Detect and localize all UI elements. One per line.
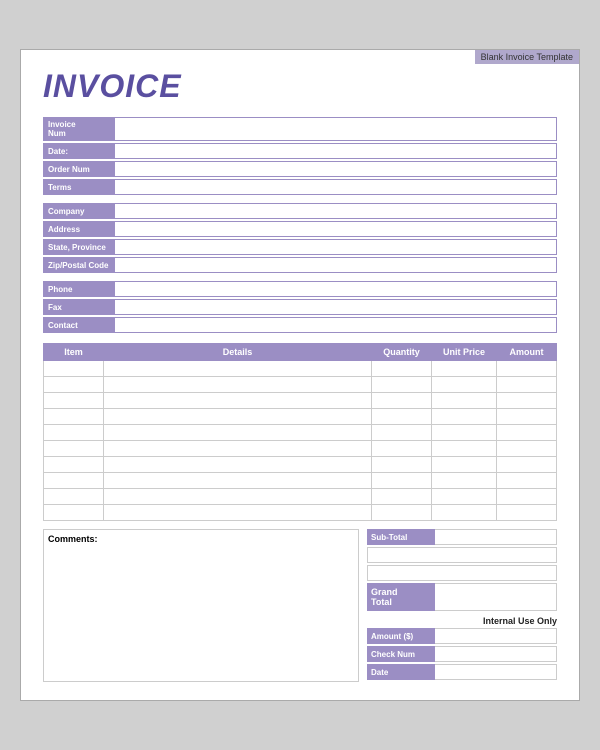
sub-total-label: Sub-Total — [367, 529, 435, 545]
col-details: Details — [104, 344, 372, 361]
amount-value[interactable] — [435, 628, 557, 644]
company-label: Company — [44, 204, 114, 218]
col-unit-price: Unit Price — [432, 344, 497, 361]
table-row[interactable] — [44, 425, 557, 441]
col-item: Item — [44, 344, 104, 361]
terms-value[interactable] — [114, 180, 556, 194]
template-label: Blank Invoice Template — [475, 50, 579, 64]
address-label: Address — [44, 222, 114, 236]
date-value[interactable] — [114, 144, 556, 158]
comments-area[interactable]: Comments: — [43, 529, 359, 682]
internal-use-label: Internal Use Only — [367, 613, 557, 628]
sub-total-value[interactable] — [435, 529, 557, 545]
company-row: Company — [43, 203, 557, 219]
table-row[interactable] — [44, 457, 557, 473]
order-num-label: Order Num — [44, 162, 114, 176]
table-row[interactable] — [44, 393, 557, 409]
invoice-num-row: InvoiceNum — [43, 117, 557, 141]
state-province-value[interactable] — [114, 240, 556, 254]
col-quantity: Quantity — [372, 344, 432, 361]
fax-value[interactable] — [114, 300, 556, 314]
zip-postal-row: Zip/Postal Code — [43, 257, 557, 273]
table-row[interactable] — [44, 489, 557, 505]
terms-label: Terms — [44, 180, 114, 194]
amount-label: Amount ($) — [367, 628, 435, 644]
table-row[interactable] — [44, 441, 557, 457]
invoice-title: INVOICE — [43, 68, 557, 105]
grand-total-value[interactable] — [435, 583, 557, 611]
address-value[interactable] — [114, 222, 556, 236]
empty-total-row-1 — [367, 547, 557, 563]
contact-block: Phone Fax Contact — [43, 281, 557, 333]
contact-label: Contact — [44, 318, 114, 332]
address-block: Company Address State, Province Zip/Post… — [43, 203, 557, 273]
table-row[interactable] — [44, 377, 557, 393]
date-label: Date: — [44, 144, 114, 158]
contact-value[interactable] — [114, 318, 556, 332]
state-province-label: State, Province — [44, 240, 114, 254]
empty-total-value-1[interactable] — [367, 547, 557, 563]
fax-label: Fax — [44, 300, 114, 314]
date-row: Date: — [43, 143, 557, 159]
company-value[interactable] — [114, 204, 556, 218]
sub-total-row: Sub-Total — [367, 529, 557, 545]
terms-row: Terms — [43, 179, 557, 195]
payment-date-value[interactable] — [435, 664, 557, 680]
fax-row: Fax — [43, 299, 557, 315]
table-row[interactable] — [44, 473, 557, 489]
state-province-row: State, Province — [43, 239, 557, 255]
order-num-value[interactable] — [114, 162, 556, 176]
invoice-info-block: InvoiceNum Date: Order Num Terms — [43, 117, 557, 195]
order-num-row: Order Num — [43, 161, 557, 177]
invoice-page: Blank Invoice Template INVOICE InvoiceNu… — [20, 49, 580, 701]
empty-total-row-2 — [367, 565, 557, 581]
invoice-num-label: InvoiceNum — [44, 118, 114, 140]
check-num-row: Check Num — [367, 646, 557, 662]
check-num-value[interactable] — [435, 646, 557, 662]
grand-total-row: GrandTotal — [367, 583, 557, 611]
empty-total-value-2[interactable] — [367, 565, 557, 581]
invoice-num-value[interactable] — [114, 118, 556, 140]
check-num-label: Check Num — [367, 646, 435, 662]
table-row[interactable] — [44, 361, 557, 377]
phone-row: Phone — [43, 281, 557, 297]
phone-value[interactable] — [114, 282, 556, 296]
items-table: Item Details Quantity Unit Price Amount — [43, 343, 557, 521]
bottom-section: Comments: Sub-Total GrandTotal Internal … — [43, 529, 557, 682]
amount-row: Amount ($) — [367, 628, 557, 644]
comments-label: Comments: — [48, 534, 354, 544]
address-row: Address — [43, 221, 557, 237]
zip-postal-value[interactable] — [114, 258, 556, 272]
grand-total-label: GrandTotal — [367, 583, 435, 611]
phone-label: Phone — [44, 282, 114, 296]
payment-date-label: Date — [367, 664, 435, 680]
col-amount: Amount — [497, 344, 557, 361]
totals-section: Sub-Total GrandTotal Internal Use Only A… — [367, 529, 557, 682]
payment-date-row: Date — [367, 664, 557, 680]
zip-postal-label: Zip/Postal Code — [44, 258, 114, 272]
table-row[interactable] — [44, 409, 557, 425]
contact-row: Contact — [43, 317, 557, 333]
table-row[interactable] — [44, 505, 557, 521]
